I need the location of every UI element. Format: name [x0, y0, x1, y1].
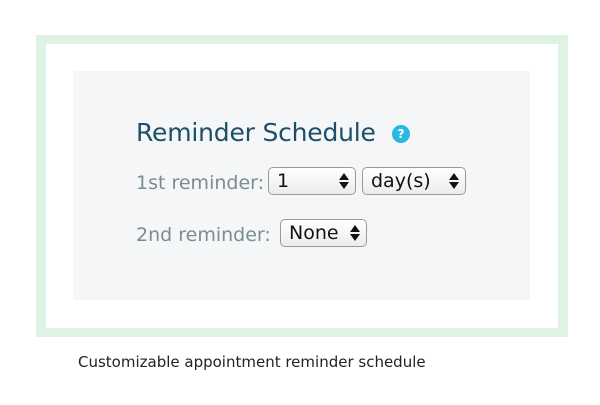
- caption: Customizable appointment reminder schedu…: [78, 353, 426, 371]
- reminder-schedule-title: Reminder Schedule: [136, 118, 376, 147]
- select-arrows-icon: [350, 225, 360, 241]
- first-reminder-unit-select[interactable]: day(s): [362, 167, 466, 195]
- select-arrows-icon: [449, 173, 459, 189]
- select-arrows-icon: [339, 173, 349, 189]
- first-reminder-label: 1st reminder:: [136, 172, 265, 194]
- second-reminder-value: None: [289, 222, 339, 244]
- second-reminder-select[interactable]: None: [280, 219, 367, 247]
- first-reminder-amount-select[interactable]: 1: [268, 167, 356, 195]
- help-icon[interactable]: ?: [392, 125, 410, 143]
- first-reminder-amount-value: 1: [277, 170, 290, 192]
- second-reminder-label: 2nd reminder:: [136, 224, 271, 246]
- first-reminder-unit-value: day(s): [371, 170, 431, 192]
